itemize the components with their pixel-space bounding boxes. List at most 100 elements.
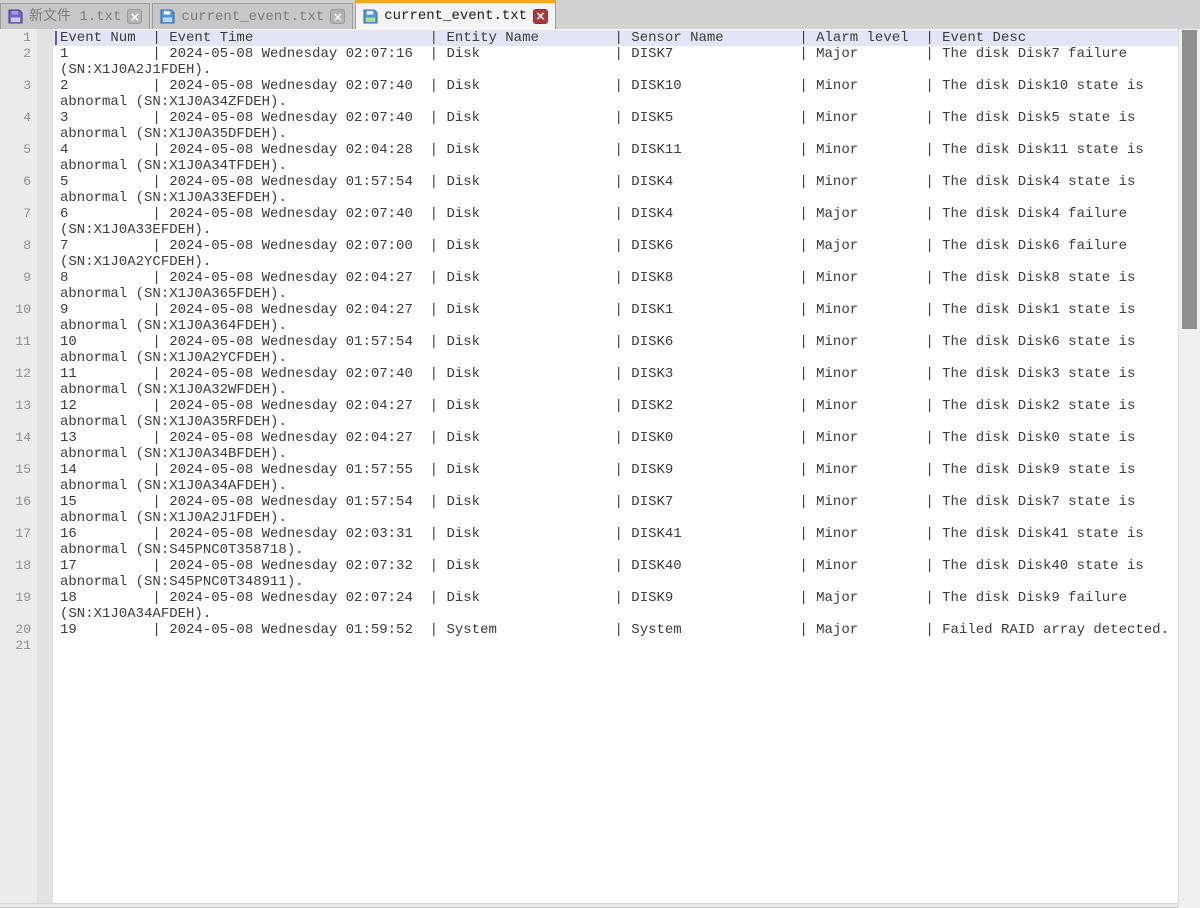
editor-line[interactable]: 11 10 | 2024-05-08 Wednesday 01:57:54 | D… [0, 334, 1178, 366]
editor-line[interactable]: 16 15 | 2024-05-08 Wednesday 01:57:54 | D… [0, 494, 1178, 526]
line-number: 12 [0, 366, 37, 398]
line-number: 5 [0, 142, 37, 174]
line-text: 12 | 2024-05-08 Wednesday 02:04:27 | Dis… [60, 398, 1177, 430]
editor-line[interactable]: 1716 | 2024-05-08 Wednesday 02:03:31 | D… [0, 526, 1178, 558]
editor-line[interactable]: 21 [0, 638, 1178, 654]
line-content-area[interactable]: 12 | 2024-05-08 Wednesday 02:04:27 | Dis… [53, 398, 1178, 430]
line-number: 10 [0, 302, 37, 334]
text-caret [55, 31, 57, 45]
tab-label: 新文件 1.txt [29, 10, 121, 24]
line-number: 16 [0, 494, 37, 526]
gutter-margin-cell [37, 526, 53, 558]
tab-new-file-1[interactable]: 新文件 1.txt × [0, 3, 150, 29]
line-content-area[interactable]: 6 | 2024-05-08 Wednesday 02:07:40 | Disk… [53, 206, 1178, 238]
line-number: 13 [0, 398, 37, 430]
editor-line[interactable]: 1Event Num | Event Time | Entity Name | … [0, 30, 1178, 46]
line-number: 15 [0, 462, 37, 494]
line-content-area[interactable]: 2 | 2024-05-08 Wednesday 02:07:40 | Disk… [53, 78, 1178, 110]
line-number: 2 [0, 46, 37, 78]
editor-line[interactable]: 5 4 | 2024-05-08 Wednesday 02:04:28 | Dis… [0, 142, 1178, 174]
gutter-margin-cell [37, 430, 53, 462]
close-icon[interactable]: × [127, 9, 142, 24]
line-number: 6 [0, 174, 37, 206]
gutter-margin-cell [37, 78, 53, 110]
editor-line[interactable]: 3 2 | 2024-05-08 Wednesday 02:07:40 | Dis… [0, 78, 1178, 110]
editor-line[interactable]: 9 8 | 2024-05-08 Wednesday 02:04:27 | Dis… [0, 270, 1178, 302]
line-content-area[interactable]: Event Num | Event Time | Entity Name | S… [53, 30, 1178, 46]
line-number: 4 [0, 110, 37, 142]
line-text: 18 | 2024-05-08 Wednesday 02:07:24 | Dis… [60, 590, 1177, 622]
editor-line[interactable]: 2019 | 2024-05-08 Wednesday 01:59:52 | S… [0, 622, 1178, 638]
scrollbar-thumb[interactable] [1182, 30, 1197, 329]
editor-line[interactable]: 7 6 | 2024-05-08 Wednesday 02:07:40 | Dis… [0, 206, 1178, 238]
editor-line[interactable]: 10 9 | 2024-05-08 Wednesday 02:04:27 | Di… [0, 302, 1178, 334]
editor-line[interactable]: 12 11 | 2024-05-08 Wednesday 02:07:40 | D… [0, 366, 1178, 398]
line-content-area[interactable] [53, 638, 1178, 654]
gutter-margin-cell [37, 366, 53, 398]
line-content-area[interactable]: 16 | 2024-05-08 Wednesday 02:03:31 | Dis… [53, 526, 1178, 558]
line-text: 16 | 2024-05-08 Wednesday 02:03:31 | Dis… [60, 526, 1177, 558]
line-content-area[interactable]: 19 | 2024-05-08 Wednesday 01:59:52 | Sys… [53, 622, 1178, 638]
line-content-area[interactable]: 5 | 2024-05-08 Wednesday 01:57:54 | Disk… [53, 174, 1178, 206]
gutter-margin-cell [37, 46, 53, 78]
line-content-area[interactable]: 15 | 2024-05-08 Wednesday 01:57:54 | Dis… [53, 494, 1178, 526]
close-icon[interactable]: × [330, 9, 345, 24]
gutter-margin-cell [37, 174, 53, 206]
line-text: Event Num | Event Time | Entity Name | S… [60, 30, 1177, 46]
line-number: 3 [0, 78, 37, 110]
line-content-area[interactable]: 14 | 2024-05-08 Wednesday 01:57:55 | Dis… [53, 462, 1178, 494]
line-content-area[interactable]: 7 | 2024-05-08 Wednesday 02:07:00 | Disk… [53, 238, 1178, 270]
editor-line[interactable]: 87 | 2024-05-08 Wednesday 02:07:00 | Dis… [0, 238, 1178, 270]
line-number: 9 [0, 270, 37, 302]
gutter-margin-cell [37, 206, 53, 238]
gutter-margin-cell [37, 398, 53, 430]
save-icon [363, 9, 378, 24]
tab-current-event-txt-2-active[interactable]: current_event.txt × [355, 0, 556, 29]
line-content-area[interactable]: 3 | 2024-05-08 Wednesday 02:07:40 | Disk… [53, 110, 1178, 142]
line-text: 4 | 2024-05-08 Wednesday 02:04:28 | Disk… [60, 142, 1177, 174]
editor-line[interactable]: 13 12 | 2024-05-08 Wednesday 02:04:27 | D… [0, 398, 1178, 430]
editor-line[interactable]: 18 17 | 2024-05-08 Wednesday 02:07:32 | D… [0, 558, 1178, 590]
editor-line[interactable]: 15 14 | 2024-05-08 Wednesday 01:57:55 | D… [0, 462, 1178, 494]
gutter-margin-cell [37, 30, 53, 46]
line-content-area[interactable]: 8 | 2024-05-08 Wednesday 02:04:27 | Disk… [53, 270, 1178, 302]
line-number: 18 [0, 558, 37, 590]
gutter-margin-cell [37, 334, 53, 366]
editor-line[interactable]: 2 1 | 2024-05-08 Wednesday 02:07:16 | Dis… [0, 46, 1178, 78]
gutter-margin-cell [37, 622, 53, 638]
line-text: 17 | 2024-05-08 Wednesday 02:07:32 | Dis… [60, 558, 1177, 590]
save-icon [8, 9, 23, 24]
editor-line[interactable]: 14 13 | 2024-05-08 Wednesday 02:04:27 | D… [0, 430, 1178, 462]
vertical-scrollbar[interactable] [1178, 29, 1200, 908]
bottom-edge [0, 903, 1178, 908]
gutter-margin-cell [37, 110, 53, 142]
line-number: 7 [0, 206, 37, 238]
text-content[interactable]: 1Event Num | Event Time | Entity Name | … [0, 30, 1178, 654]
gutter-margin-cell [37, 302, 53, 334]
line-text: 19 | 2024-05-08 Wednesday 01:59:52 | Sys… [60, 622, 1177, 638]
editor-line[interactable]: 4 3 | 2024-05-08 Wednesday 02:07:40 | Dis… [0, 110, 1178, 142]
line-content-area[interactable]: 10 | 2024-05-08 Wednesday 01:57:54 | Dis… [53, 334, 1178, 366]
text-editor-window: 新文件 1.txt × current_event.txt × [0, 0, 1200, 908]
editor-line[interactable]: 1918 | 2024-05-08 Wednesday 02:07:24 | D… [0, 590, 1178, 622]
close-icon[interactable]: × [533, 9, 548, 24]
save-icon [160, 9, 175, 24]
line-content-area[interactable]: 17 | 2024-05-08 Wednesday 02:07:32 | Dis… [53, 558, 1178, 590]
line-number: 14 [0, 430, 37, 462]
editor-area[interactable]: 1Event Num | Event Time | Entity Name | … [0, 29, 1200, 908]
line-content-area[interactable]: 9 | 2024-05-08 Wednesday 02:04:27 | Disk… [53, 302, 1178, 334]
gutter-margin-cell [37, 270, 53, 302]
line-content-area[interactable]: 4 | 2024-05-08 Wednesday 02:04:28 | Disk… [53, 142, 1178, 174]
editor-line[interactable]: 6 5 | 2024-05-08 Wednesday 01:57:54 | Dis… [0, 174, 1178, 206]
line-content-area[interactable]: 13 | 2024-05-08 Wednesday 02:04:27 | Dis… [53, 430, 1178, 462]
line-content-area[interactable]: 11 | 2024-05-08 Wednesday 02:07:40 | Dis… [53, 366, 1178, 398]
tab-current-event-txt-1[interactable]: current_event.txt × [152, 3, 353, 29]
gutter-margin-cell [37, 638, 53, 654]
tab-label: current_event.txt [181, 10, 324, 24]
line-content-area[interactable]: 1 | 2024-05-08 Wednesday 02:07:16 | Disk… [53, 46, 1178, 78]
line-text: 13 | 2024-05-08 Wednesday 02:04:27 | Dis… [60, 430, 1177, 462]
line-text: 15 | 2024-05-08 Wednesday 01:57:54 | Dis… [60, 494, 1177, 526]
line-number: 11 [0, 334, 37, 366]
line-text: 2 | 2024-05-08 Wednesday 02:07:40 | Disk… [60, 78, 1177, 110]
line-content-area[interactable]: 18 | 2024-05-08 Wednesday 02:07:24 | Dis… [53, 590, 1178, 622]
